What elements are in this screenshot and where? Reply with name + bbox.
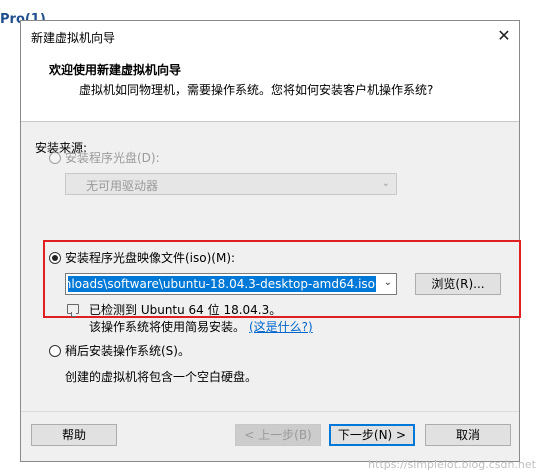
easy-install-text: 该操作系统将使用简易安装。 [89,320,246,334]
install-later-description: 创建的虚拟机将包含一个空白硬盘。 [65,370,258,384]
disc-drive-dropdown-value: 无可用驱动器 [86,179,159,193]
iso-path-input[interactable]: Downloads\software\ubuntu-18.04.3-deskto… [65,273,397,295]
radio-install-later[interactable] [49,345,61,357]
watermark-text: https://simpleiot.blog.csdn.net [368,458,536,471]
title-bar: 新建虚拟机向导 ✕ [21,21,519,51]
browse-button[interactable]: 浏览(R)... [415,273,501,295]
radio-install-disc-label: 安装程序光盘(D): [65,151,160,165]
disc-drive-dropdown[interactable]: 无可用驱动器 ⌄ [65,173,397,195]
iso-path-value: Downloads\software\ubuntu-18.04.3-deskto… [68,276,376,292]
close-icon[interactable]: ✕ [491,23,517,49]
whats-this-link[interactable]: (这是什么?) [249,318,313,335]
info-icon [67,304,79,314]
chevron-down-icon[interactable]: ⌄ [384,277,392,288]
back-button[interactable]: < 上一步(B) [235,424,321,446]
radio-install-iso-label: 安装程序光盘映像文件(iso)(M): [65,251,236,265]
cancel-button[interactable]: 取消 [425,424,511,446]
chevron-down-icon: ⌄ [381,178,390,189]
window-title: 新建虚拟机向导 [31,31,116,45]
footer-divider [21,411,519,412]
header-title: 欢迎使用新建虚拟机向导 [49,63,182,77]
next-button[interactable]: 下一步(N) > [329,424,415,446]
wizard-header: 欢迎使用新建虚拟机向导 虚拟机如同物理机，需要操作系统。您将如何安装客户机操作系… [21,51,519,122]
header-subtitle: 虚拟机如同物理机，需要操作系统。您将如何安装客户机操作系统? [79,83,434,97]
radio-install-iso[interactable] [49,252,61,264]
detected-os-text: 已检测到 Ubuntu 64 位 18.04.3。 [89,303,282,317]
radio-install-later-label: 稍后安装操作系统(S)。 [65,344,190,358]
new-vm-wizard-dialog: 新建虚拟机向导 ✕ 欢迎使用新建虚拟机向导 虚拟机如同物理机，需要操作系统。您将… [20,20,521,462]
help-button[interactable]: 帮助 [31,424,117,446]
radio-install-disc[interactable] [49,152,61,164]
